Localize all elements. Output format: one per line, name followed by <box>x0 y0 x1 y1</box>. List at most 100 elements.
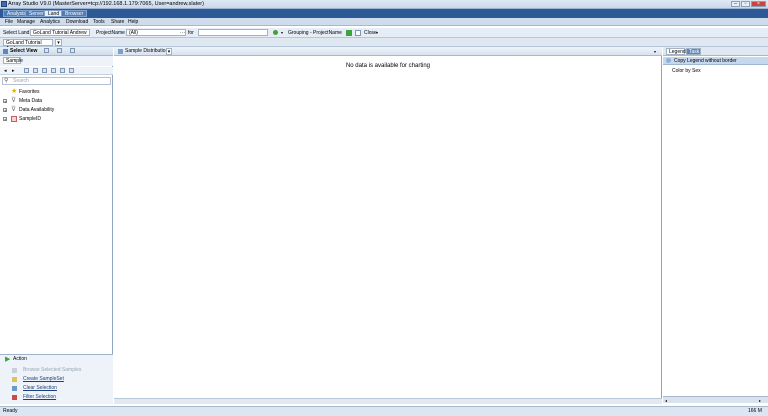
for-select[interactable] <box>198 29 268 36</box>
land-tab-dropdown-icon[interactable]: ▾ <box>55 39 62 46</box>
tab-sample[interactable]: Sample <box>3 57 23 64</box>
view-options-icon[interactable] <box>57 48 62 53</box>
legend-scrollbar[interactable]: ◂ ▸ <box>663 396 768 403</box>
tab-task[interactable]: Task <box>686 48 701 55</box>
menu-analytics[interactable]: Analytics <box>40 18 60 26</box>
scroll-right-icon[interactable]: ▸ <box>759 398 761 403</box>
tab-browser[interactable]: Browser <box>61 10 88 17</box>
add-icon[interactable] <box>346 30 352 36</box>
projectname-select[interactable]: (All) <box>126 29 186 36</box>
search-icon: ⚲ <box>4 78 9 84</box>
tree-tool-icon-4[interactable] <box>51 68 56 73</box>
create-sampleset-link[interactable]: Create SampleSet <box>0 375 113 384</box>
clear-icon <box>12 386 17 391</box>
memory-usage: 166 M <box>748 408 762 414</box>
chart-tab-dropdown-icon[interactable]: ▾ <box>166 48 172 55</box>
land-select[interactable]: GoLand Tutorial Andrew <box>30 29 90 36</box>
tree-tool-icon-5[interactable] <box>60 68 65 73</box>
tree-item-meta-data[interactable]: + ⊽ Meta Data <box>0 97 113 105</box>
filter-selection-link[interactable]: Filter Selection <box>0 393 113 402</box>
projectname-ellipsis-button[interactable]: ··· <box>180 29 185 37</box>
view-add-icon[interactable] <box>44 48 49 53</box>
close-tab-icon[interactable] <box>355 30 361 36</box>
copy-legend-button[interactable]: Copy Legend <box>674 57 704 65</box>
app-icon <box>1 1 7 7</box>
actions-title: Action <box>13 356 27 362</box>
expand-icon[interactable]: + <box>3 108 7 113</box>
without-border-option[interactable]: without border <box>705 57 737 65</box>
tree-item-sampleid[interactable]: + SampleID <box>0 115 113 123</box>
legend-panel: Legend Task Copy Legend without border C… <box>663 47 768 404</box>
browse-icon <box>12 368 17 373</box>
tree-item-data-availability[interactable]: + ⊽ Data Availability <box>0 106 113 114</box>
filter-icon: ⊽ <box>11 106 17 113</box>
window-title: Array Studio V9.0 (MasterServer=tcp://19… <box>8 1 204 7</box>
go-dropdown-icon[interactable]: ▾ <box>281 29 283 37</box>
menu-share[interactable]: Share <box>111 18 124 26</box>
grouping-label: Grouping - ProjectName <box>288 30 342 36</box>
title-bar: Array Studio V9.0 (MasterServer=tcp://19… <box>0 0 768 9</box>
star-icon: ★ <box>11 88 18 95</box>
status-bar: Ready 166 M <box>0 406 768 416</box>
forward-arrow-icon[interactable]: ▸ <box>12 67 15 75</box>
close-dropdown-icon[interactable]: ▾ <box>376 29 378 37</box>
tree-item-label: SampleID <box>19 116 41 122</box>
maximize-button[interactable]: ▫ <box>741 1 750 7</box>
chart-icon <box>118 49 123 54</box>
tree-item-label: Favorites <box>19 89 40 95</box>
search-placeholder: Search <box>13 78 29 84</box>
select-view-label[interactable]: Select View <box>10 47 37 56</box>
expand-icon[interactable]: + <box>3 117 7 122</box>
copy-legend-bar: Copy Legend without border <box>663 57 768 65</box>
minimize-button[interactable]: – <box>731 1 740 7</box>
actions-header: ▶ Action <box>0 355 113 364</box>
no-data-message: No data is available for charting <box>345 63 431 69</box>
chart-tab-bar: Sample Distribution ▾ ▾ <box>114 47 662 56</box>
menu-tools[interactable]: Tools <box>93 18 105 26</box>
clear-selection-link[interactable]: Clear Selection <box>0 384 113 393</box>
tree-tool-icon-1[interactable] <box>24 68 29 73</box>
close-window-button[interactable]: × <box>751 1 766 7</box>
go-icon[interactable] <box>273 30 278 35</box>
tab-sample-distribution[interactable]: Sample Distribution <box>125 47 168 56</box>
chart-area: Sample Distribution ▾ ▾ No data is avail… <box>114 47 662 404</box>
menu-help[interactable]: Help <box>128 18 138 26</box>
chart-menu-dropdown-icon[interactable]: ▾ <box>654 47 656 56</box>
menu-download[interactable]: Download <box>66 18 88 26</box>
tree-item-favorites[interactable]: ★ Favorites <box>0 88 113 96</box>
close-button[interactable]: Close <box>364 29 377 37</box>
list-icon <box>11 116 17 122</box>
land-document-tab[interactable]: GoLand Tutorial Andrew <box>3 39 53 52</box>
view-settings-icon[interactable] <box>70 48 75 53</box>
expand-icon[interactable]: + <box>3 99 7 104</box>
projectname-label: ProjectName <box>96 30 125 36</box>
select-view-bar: Select View <box>0 47 113 56</box>
menu-file[interactable]: File <box>5 18 13 26</box>
actions-panel: ▶ Action Browse Selected Samples Create … <box>0 354 113 404</box>
action-label: Create SampleSet <box>23 376 64 382</box>
tree-tool-icon-3[interactable] <box>42 68 47 73</box>
menu-manage[interactable]: Manage <box>17 18 35 26</box>
back-arrow-icon[interactable]: ◂ <box>4 67 7 75</box>
tree-tool-icon-6[interactable] <box>69 68 74 73</box>
horizontal-scrollbar[interactable] <box>114 398 662 404</box>
scroll-left-icon[interactable]: ◂ <box>665 398 667 403</box>
search-box[interactable]: ⚲ Search <box>2 77 111 85</box>
tree-item-label: Data Availability <box>19 107 55 113</box>
for-label: for <box>188 30 194 36</box>
sample-tab-row: Sample <box>0 56 113 66</box>
tree-item-label: Meta Data <box>19 98 43 104</box>
action-label: Filter Selection <box>23 394 57 400</box>
tree-tool-icon-2[interactable] <box>33 68 38 73</box>
browse-selected-samples-link[interactable]: Browse Selected Samples <box>0 366 113 375</box>
land-toolbar: Select Land GoLand Tutorial Andrew Proje… <box>0 28 768 38</box>
tab-legend[interactable]: Legend <box>666 48 686 55</box>
action-label: Clear Selection <box>23 385 57 391</box>
left-panel: Select View Sample ◂ ▸ ⚲ Search ★ Favori… <box>0 47 113 404</box>
create-icon <box>12 377 17 382</box>
play-icon: ▶ <box>5 356 11 363</box>
filter-icon: ⊽ <box>11 97 17 104</box>
menu-bar: File Manage Analytics Download Tools Sha… <box>0 18 768 26</box>
status-text: Ready <box>3 408 18 414</box>
select-land-label: Select Land <box>3 30 30 36</box>
